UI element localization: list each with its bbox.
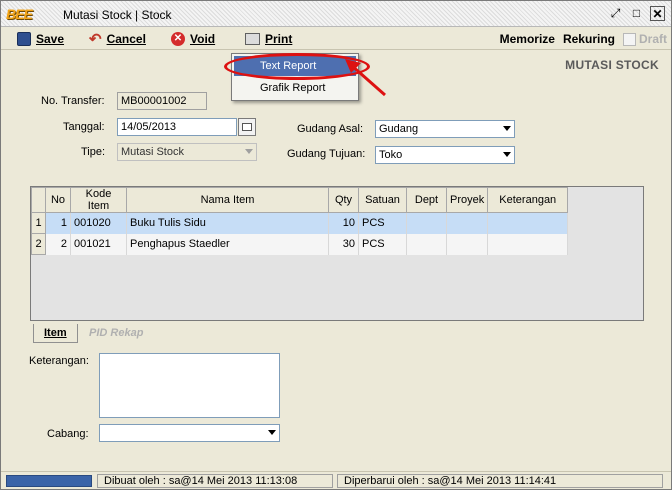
cell-proyek[interactable] <box>446 233 489 255</box>
created-by-text: Dibuat oleh : sa@14 Mei 2013 11:13:08 <box>97 474 333 488</box>
calendar-icon <box>242 123 252 131</box>
draft-checkbox[interactable] <box>622 32 636 46</box>
gudang-asal-value: Gudang <box>379 123 419 135</box>
close-icon[interactable]: ✕ <box>650 6 665 21</box>
tipe-select: Mutasi Stock <box>117 143 257 161</box>
undo-icon: ↶ <box>89 31 102 48</box>
cell-no[interactable]: 1 <box>45 212 71 234</box>
cell-dept[interactable] <box>406 233 447 255</box>
table-row[interactable]: 1 1 001020 Buku Tulis Sidu 10 PCS <box>31 212 569 234</box>
memorize-button[interactable]: Memorize <box>500 32 555 46</box>
title-bar: BEE Mutasi Stock | Stock ⤢ □ ✕ <box>1 1 671 27</box>
cell-keterangan[interactable] <box>487 212 569 234</box>
no-transfer-field[interactable]: MB00001002 <box>117 92 207 110</box>
cell-dept[interactable] <box>406 212 447 234</box>
window-title: Mutasi Stock | Stock <box>63 8 172 22</box>
tab-pid-rekap[interactable]: PID Rekap <box>79 324 153 343</box>
cancel-button[interactable]: ↶ Cancel <box>89 30 146 48</box>
table-header: No Kode Item Nama Item Qty Satuan Dept P… <box>31 187 569 213</box>
col-header[interactable]: Satuan <box>358 187 407 213</box>
void-label: Void <box>190 32 216 46</box>
row-number: 2 <box>31 233 46 255</box>
gudang-asal-select[interactable]: Gudang <box>375 120 515 138</box>
maximize-icon[interactable]: □ <box>629 6 644 21</box>
status-bar: Dibuat oleh : sa@14 Mei 2013 11:13:08 Di… <box>1 471 671 489</box>
cell-satuan[interactable]: PCS <box>358 233 407 255</box>
annotation-arrow <box>345 59 386 97</box>
save-label: Save <box>36 32 65 46</box>
menu-item-grafik-report[interactable]: Grafik Report <box>234 78 356 98</box>
updated-by-text: Diperbarui oleh : sa@14 Mei 2013 11:14:4… <box>337 474 663 488</box>
row-number: 1 <box>31 212 46 234</box>
window-controls: ⤢ □ ✕ <box>608 6 665 21</box>
table-row[interactable]: 2 2 001021 Penghapus Staedler 30 PCS <box>31 233 569 255</box>
draft-label: Draft <box>638 32 667 46</box>
status-progress <box>6 475 92 487</box>
cell-keterangan[interactable] <box>487 233 569 255</box>
col-header[interactable]: No <box>45 187 71 213</box>
no-transfer-label: No. Transfer: <box>41 95 105 107</box>
col-header[interactable]: Proyek <box>445 187 489 213</box>
void-button[interactable]: ✕ Void <box>171 30 215 48</box>
gudang-tujuan-label: Gudang Tujuan: <box>287 148 366 160</box>
print-button[interactable]: Print <box>245 30 292 48</box>
cabang-select[interactable] <box>99 424 280 442</box>
save-button[interactable]: Save <box>17 30 64 48</box>
logo-text: BEE <box>6 6 33 22</box>
tipe-value: Mutasi Stock <box>121 146 184 158</box>
cell-nama[interactable]: Penghapus Staedler <box>126 233 329 255</box>
keterangan-textarea[interactable] <box>99 353 280 418</box>
cabang-label: Cabang: <box>47 428 89 440</box>
restore-icon[interactable]: ⤢ <box>608 6 623 21</box>
chevron-down-icon <box>503 152 511 157</box>
rownum-header <box>31 187 46 213</box>
gudang-tujuan-value: Toko <box>379 149 403 161</box>
gudang-asal-label: Gudang Asal: <box>297 123 364 135</box>
print-label: Print <box>265 32 293 46</box>
cell-kode[interactable]: 001021 <box>70 233 127 255</box>
right-tools: Memorize Rekuring Draft <box>500 32 667 46</box>
void-icon: ✕ <box>171 32 185 46</box>
item-table[interactable]: No Kode Item Nama Item Qty Satuan Dept P… <box>30 186 644 321</box>
cell-qty[interactable]: 30 <box>328 233 359 255</box>
gudang-tujuan-select[interactable]: Toko <box>375 146 515 164</box>
col-header[interactable]: Qty <box>328 187 359 213</box>
cell-qty[interactable]: 10 <box>328 212 359 234</box>
tanggal-field[interactable]: 14/05/2013 <box>117 118 237 136</box>
tanggal-label: Tanggal: <box>63 121 105 133</box>
calendar-button[interactable] <box>238 118 256 136</box>
rekuring-button[interactable]: Rekuring <box>563 32 615 46</box>
chevron-down-icon <box>245 149 253 154</box>
col-header[interactable]: Keterangan <box>487 187 569 213</box>
mutasi-stock-window: BEE Mutasi Stock | Stock ⤢ □ ✕ Save ↶ Ca… <box>0 0 672 490</box>
printer-icon <box>245 33 260 45</box>
tab-item[interactable]: Item <box>33 324 78 343</box>
col-header[interactable]: Kode Item <box>70 187 127 213</box>
bee-logo: BEE <box>6 6 33 22</box>
cancel-label: Cancel <box>106 32 146 46</box>
draft-toggle[interactable]: Draft <box>622 32 667 46</box>
page-title: MUTASI STOCK <box>565 58 659 72</box>
col-header[interactable]: Nama Item <box>126 187 329 213</box>
cell-satuan[interactable]: PCS <box>358 212 407 234</box>
cell-proyek[interactable] <box>446 212 489 234</box>
chevron-down-icon <box>268 430 276 435</box>
toolbar: Save ↶ Cancel ✕ Void Print Memorize Reku… <box>1 28 671 50</box>
cell-no[interactable]: 2 <box>45 233 71 255</box>
keterangan-label: Keterangan: <box>29 355 89 367</box>
chevron-down-icon <box>503 126 511 131</box>
cell-nama[interactable]: Buku Tulis Sidu <box>126 212 329 234</box>
cell-kode[interactable]: 001020 <box>70 212 127 234</box>
tipe-label: Tipe: <box>81 146 106 158</box>
col-header[interactable]: Dept <box>406 187 447 213</box>
floppy-icon <box>17 32 31 46</box>
